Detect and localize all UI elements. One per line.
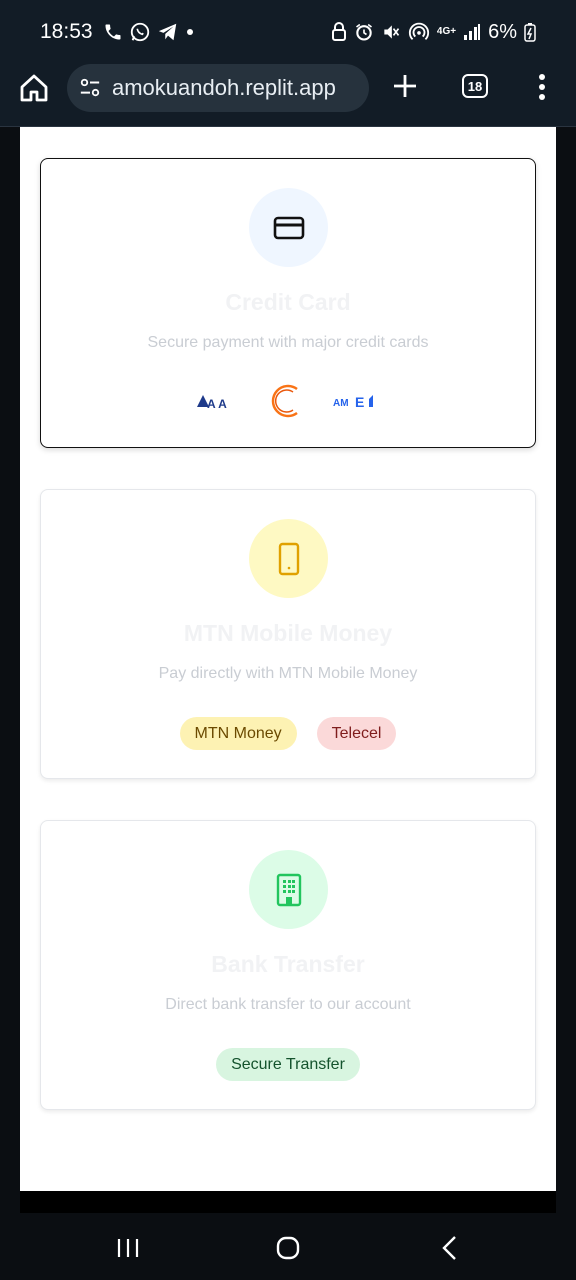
payment-option-credit-card[interactable]: Credit Card Secure payment with major cr…: [40, 158, 536, 448]
secure-transfer-badge: Secure Transfer: [216, 1048, 360, 1081]
mastercard-logo: [271, 384, 298, 418]
credit-card-icon-circle: [249, 188, 328, 267]
smartphone-icon-circle: [249, 519, 328, 598]
url-text[interactable]: amokuandoh.replit.app: [112, 75, 336, 101]
building-icon: [276, 873, 301, 906]
page-bottom-edge: [20, 1191, 556, 1213]
credit-card-icon: [273, 216, 304, 239]
browser-toolbar: amokuandoh.replit.app 18: [0, 64, 576, 127]
battery-icon: [524, 23, 536, 42]
page-content: Credit Card Secure payment with major cr…: [20, 127, 556, 1191]
svg-text:AM: AM: [333, 398, 349, 409]
telecel-badge: Telecel: [316, 717, 397, 750]
status-bar: 18:53 4G+ 6%: [0, 0, 576, 64]
tabs-icon[interactable]: 18: [462, 74, 488, 98]
signal-icon: [464, 24, 481, 40]
telegram-icon: [158, 23, 176, 41]
building-icon-circle: [249, 850, 328, 929]
mtn-title: MTN Mobile Money: [183, 620, 393, 646]
mtn-badges: MTN Money Telecel: [41, 717, 535, 750]
hotspot-icon: [408, 22, 429, 40]
status-time: 18:53: [40, 20, 93, 43]
dot-icon: [186, 29, 193, 35]
address-bar[interactable]: amokuandoh.replit.app: [67, 64, 369, 112]
tab-count: 18: [467, 78, 483, 94]
smartphone-icon: [278, 542, 299, 575]
visa-logo: A A: [197, 395, 227, 411]
new-tab-icon[interactable]: [391, 72, 419, 100]
credit-card-title: Credit Card: [225, 289, 351, 315]
svg-text:A A: A A: [207, 397, 227, 411]
bank-title: Bank Transfer: [211, 951, 365, 977]
payment-option-bank-transfer[interactable]: Bank Transfer Direct bank transfer to ou…: [40, 820, 536, 1110]
more-options-icon[interactable]: [532, 72, 552, 102]
phone-icon: [105, 24, 121, 40]
card-brand-logos: A A AM E: [41, 381, 535, 421]
home-icon[interactable]: [18, 72, 50, 104]
mute-icon: [384, 25, 400, 39]
amex-logo: AM E: [333, 394, 373, 410]
payment-option-mtn-mobile-money[interactable]: MTN Mobile Money Pay directly with MTN M…: [40, 489, 536, 779]
alarm-icon: [355, 23, 372, 41]
site-settings-icon[interactable]: [79, 77, 101, 99]
battery-percent: 6%: [488, 20, 517, 43]
back-icon[interactable]: [435, 1233, 465, 1263]
system-nav-bar: [0, 1213, 576, 1280]
home-circle-icon[interactable]: [273, 1233, 303, 1263]
recent-apps-icon[interactable]: [113, 1233, 143, 1263]
mtn-description: Pay directly with MTN Mobile Money: [158, 665, 418, 682]
network-type: 4G+: [436, 26, 457, 37]
lock-icon: [331, 22, 346, 41]
bank-description: Direct bank transfer to our account: [165, 996, 411, 1013]
credit-card-description: Secure payment with major credit cards: [147, 334, 429, 351]
mtn-money-badge: MTN Money: [179, 717, 297, 750]
system-status-icons: 4G+ 6%: [331, 21, 536, 44]
bank-badges: Secure Transfer: [41, 1048, 535, 1081]
whatsapp-icon: [130, 22, 149, 42]
svg-text:E: E: [355, 394, 364, 410]
notification-icons: [103, 21, 195, 43]
